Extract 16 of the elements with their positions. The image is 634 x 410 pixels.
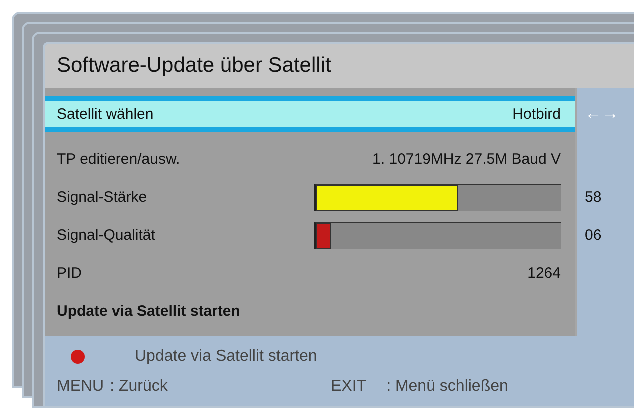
menu-row[interactable]: TP editieren/ausw. 1. 10719MHz 27.5M Baud V [45, 140, 575, 178]
meter-label: Signal-Stärke [57, 188, 148, 206]
key-action: : Menü schließen [386, 378, 508, 396]
menu-row[interactable]: Satellit wählen Hotbird [45, 96, 575, 132]
meter-label: Signal-Qualität [57, 226, 156, 244]
key-name: MENU [57, 378, 104, 396]
menu-row[interactable]: PID 1264 [45, 254, 575, 292]
left-right-arrows-icon: ←→ [585, 104, 619, 124]
signal-reading: 58 [585, 188, 602, 206]
window-title: Software-Update über Satellit [45, 44, 634, 88]
menu-row[interactable]: Update via Satellit starten [45, 292, 575, 330]
key-action: : Zurück [110, 378, 168, 396]
key-name: EXIT [331, 378, 367, 396]
signal-reading: 06 [585, 226, 602, 244]
key-dot-icon [71, 350, 85, 364]
key-hint-label: Update via Satellit starten [135, 348, 318, 366]
